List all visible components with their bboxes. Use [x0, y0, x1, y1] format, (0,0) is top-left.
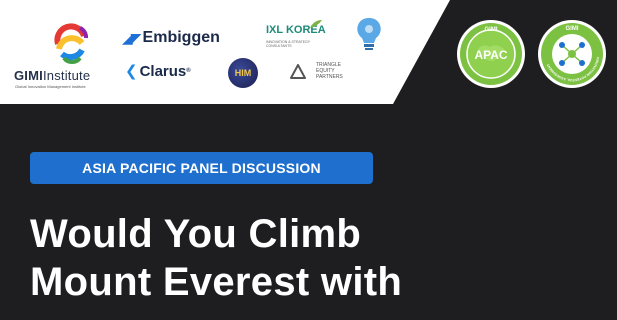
event-banner: GIMIInstitute Global Innovation Manageme… [0, 0, 617, 320]
embiggen-logo: ◢◤ Embiggen [122, 29, 220, 46]
gimi-innovation-potential-assessment-badge: GIMI INNOVATION POTENTIAL ASSESSMENT [538, 20, 606, 88]
triangle-equity-partners-text: TRIANGLE EQUITY PARTNERS [316, 62, 343, 80]
clarus-logo: ❮ Clarus ® [125, 62, 191, 81]
gimi-institute-logo-text: GIMIInstitute [14, 68, 91, 83]
him-logo: HIM [228, 58, 258, 88]
clarus-bracket-icon: ❮ [125, 63, 138, 80]
gimi-apac-badge: GIMI APAC [457, 20, 525, 88]
embiggen-icon: ◢◤ [122, 29, 141, 46]
gimi-institute-subtitle: Global Innovation Management Institute [15, 84, 86, 89]
ixl-korea-subtitle: INNOVATION & STRATEGY CONSULTANTS [266, 40, 311, 48]
badge1-center-text: APAC [474, 48, 507, 62]
lightbulb-logo-icon [357, 17, 381, 50]
headline-line-1: Would You Climb [30, 212, 362, 256]
gimi-logo-icon [54, 23, 88, 64]
event-category-badge: ASIA PACIFIC PANEL DISCUSSION [30, 152, 373, 184]
headline-line-2: Mount Everest with [30, 260, 403, 304]
event-headline: Would You Climb Mount Everest with [30, 210, 610, 306]
badge2-top-text: GIMI [566, 26, 579, 32]
ixl-leaf-icon [310, 20, 322, 28]
badge1-top-text: GIMI [485, 27, 498, 33]
triangle-icon [290, 64, 306, 79]
